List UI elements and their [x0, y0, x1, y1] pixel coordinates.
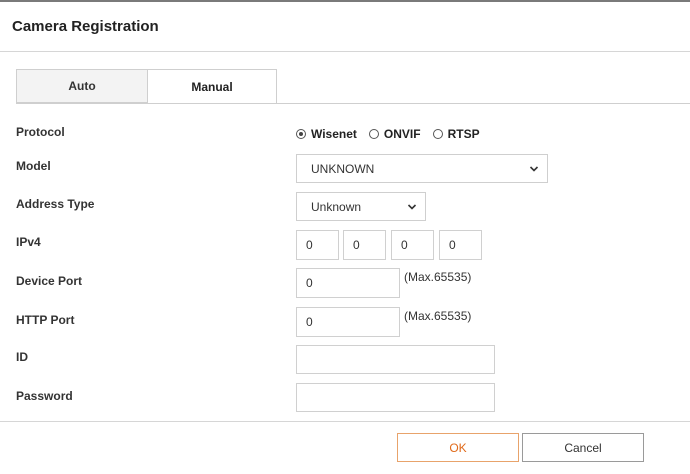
device-port-max-note: (Max.65535) — [404, 270, 472, 284]
address-type-select[interactable]: Unknown — [296, 192, 426, 221]
password-input[interactable] — [296, 383, 495, 412]
ipv4-label: IPv4 — [16, 235, 41, 249]
device-port-label: Device Port — [16, 274, 83, 288]
radio-rtsp[interactable]: RTSP — [432, 127, 480, 141]
radio-onvif-label: ONVIF — [383, 127, 421, 141]
radio-rtsp-label: RTSP — [447, 127, 480, 141]
ipv4-octet-1-input[interactable]: 0 — [296, 230, 339, 260]
cancel-button[interactable]: Cancel — [522, 433, 644, 462]
http-port-input[interactable]: 0 — [296, 307, 400, 337]
ipv4-octet-3-input[interactable]: 0 — [391, 230, 434, 260]
http-port-max-note: (Max.65535) — [404, 309, 472, 323]
http-port-label: HTTP Port — [16, 313, 75, 327]
radio-wisenet[interactable]: Wisenet — [296, 127, 357, 141]
radio-onvif[interactable]: ONVIF — [368, 127, 421, 141]
header-divider — [0, 51, 690, 52]
radio-wisenet-label: Wisenet — [311, 127, 357, 141]
model-label: Model — [16, 159, 51, 173]
dialog-title: Camera Registration — [12, 18, 159, 35]
chevron-down-icon — [407, 203, 417, 210]
ok-button[interactable]: OK — [397, 433, 519, 462]
address-type-select-value: Unknown — [311, 199, 362, 214]
ipv4-octet-4-input[interactable]: 0 — [439, 230, 482, 260]
id-input[interactable] — [296, 345, 495, 374]
window-top-border — [0, 0, 690, 2]
device-port-input[interactable]: 0 — [296, 268, 400, 298]
tab-auto[interactable]: Auto — [16, 69, 147, 103]
model-select-value: UNKNOWN — [311, 161, 375, 176]
radio-unselected-icon — [368, 129, 379, 139]
chevron-down-icon — [529, 165, 539, 172]
address-type-label: Address Type — [16, 197, 95, 211]
protocol-label: Protocol — [16, 125, 65, 139]
password-label: Password — [16, 389, 73, 403]
radio-selected-icon — [296, 129, 306, 139]
radio-unselected-icon — [432, 129, 443, 139]
tab-bar-underline — [16, 103, 690, 104]
ipv4-octet-2-input[interactable]: 0 — [343, 230, 386, 260]
model-select[interactable]: UNKNOWN — [296, 154, 548, 183]
tab-manual[interactable]: Manual — [147, 69, 277, 104]
footer-divider — [0, 421, 690, 422]
protocol-radio-group: Wisenet ONVIF RTSP — [296, 127, 492, 141]
id-label: ID — [16, 350, 28, 364]
